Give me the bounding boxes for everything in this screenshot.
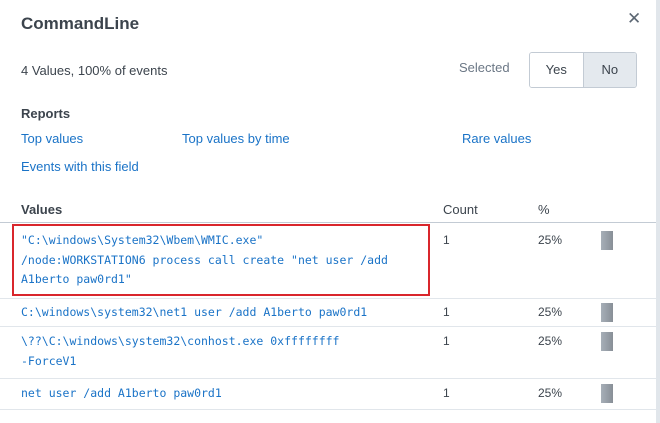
count-cell: 1 [443,233,450,247]
field-summary-panel: CommandLine ✕ 4 Values, 100% of events S… [0,0,656,423]
percent-bar [601,384,613,403]
values-column-header: Values [21,202,63,217]
reports-heading: Reports [21,106,71,121]
selected-no-button[interactable]: No [583,53,636,87]
value-link[interactable]: \??\C:\windows\system32\conhost.exe 0xff… [21,332,340,371]
value-link[interactable]: "C:\windows\System32\Wbem\WMIC.exe" /nod… [21,231,388,290]
table-row: net user /add A1berto paw0rd1 1 25% [0,379,656,410]
value-link[interactable]: net user /add A1berto paw0rd1 [21,384,222,404]
panel-title: CommandLine [21,14,140,33]
percent-cell: 25% [538,334,563,348]
percent-bar [601,332,613,351]
top-values-link[interactable]: Top values [21,131,83,146]
table-row: C:\windows\system32\net1 user /add A1ber… [0,299,656,327]
count-cell: 1 [443,305,450,319]
selected-yes-button[interactable]: Yes [530,53,584,87]
table-row: \??\C:\windows\system32\conhost.exe 0xff… [0,327,656,379]
close-icon[interactable]: ✕ [627,9,641,29]
percent-cell: 25% [538,305,563,319]
selected-label: Selected [459,60,510,75]
percent-bar [601,231,613,250]
percent-cell: 25% [538,233,563,247]
table-row: "C:\windows\System32\Wbem\WMIC.exe" /nod… [0,223,656,299]
selected-toggle: Yes No [529,52,637,88]
percent-bar [601,303,613,322]
panel-edge [656,0,660,423]
count-cell: 1 [443,386,450,400]
top-values-by-time-link[interactable]: Top values by time [182,131,290,146]
value-link[interactable]: C:\windows\system32\net1 user /add A1ber… [21,303,367,323]
values-summary: 4 Values, 100% of events [21,63,168,78]
percent-cell: 25% [538,386,563,400]
count-cell: 1 [443,334,450,348]
count-column-header: Count [443,202,478,217]
events-with-field-link[interactable]: Events with this field [21,159,139,174]
rare-values-link[interactable]: Rare values [462,131,531,146]
percent-column-header: % [538,202,550,217]
